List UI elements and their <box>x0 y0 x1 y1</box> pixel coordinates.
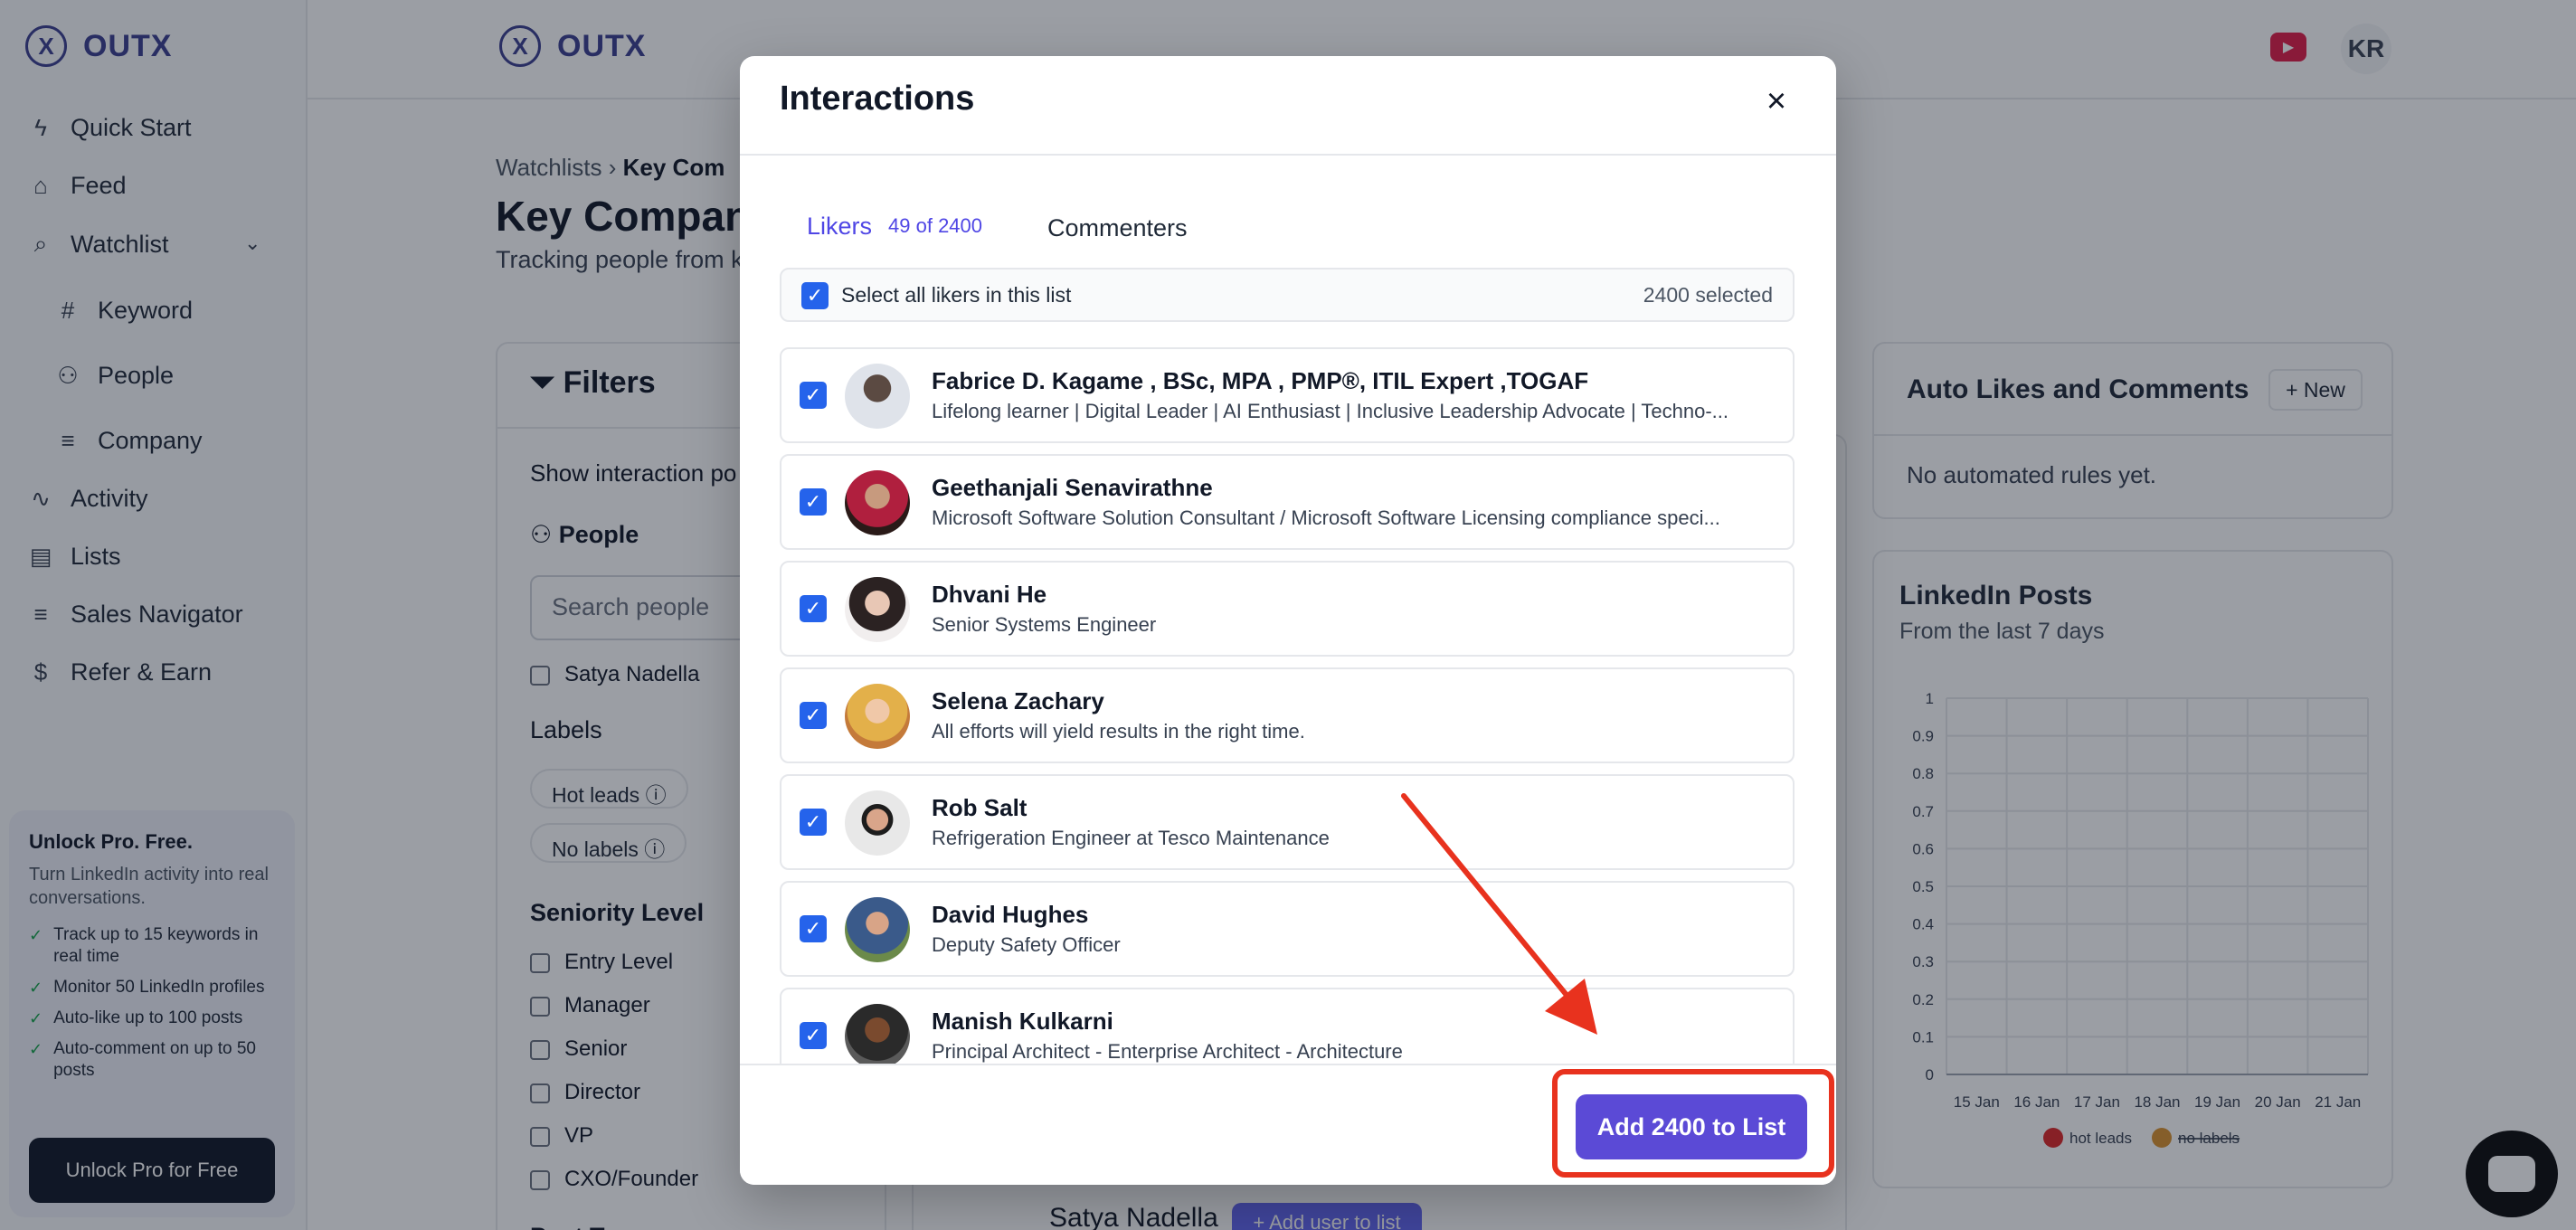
liker-name: Rob Salt <box>932 794 1028 821</box>
liker-name: Manish Kulkarni <box>932 1008 1113 1035</box>
highlight-annotation <box>1552 1069 1834 1178</box>
modal-header: Interactions × <box>740 56 1836 156</box>
list-item[interactable]: ✓ David Hughes Deputy Safety Officer <box>780 881 1795 977</box>
list-item[interactable]: ✓ Selena Zachary All efforts will yield … <box>780 667 1795 763</box>
liker-name: Selena Zachary <box>932 687 1104 714</box>
row-checkbox[interactable]: ✓ <box>800 382 827 409</box>
list-item[interactable]: ✓ Dhvani He Senior Systems Engineer <box>780 561 1795 657</box>
liker-headline: Refrigeration Engineer at Tesco Maintena… <box>932 827 1330 849</box>
liker-headline: Microsoft Software Solution Consultant /… <box>932 506 1720 529</box>
avatar <box>845 470 910 535</box>
row-checkbox[interactable]: ✓ <box>800 915 827 942</box>
modal-title: Interactions <box>780 80 975 118</box>
row-checkbox[interactable]: ✓ <box>800 488 827 516</box>
select-all-label: Select all likers in this list <box>841 283 1072 307</box>
avatar <box>845 577 910 642</box>
list-item[interactable]: ✓ Geethanjali Senavirathne Microsoft Sof… <box>780 454 1795 550</box>
avatar <box>845 897 910 962</box>
avatar <box>845 790 910 856</box>
liker-name: Geethanjali Senavirathne <box>932 474 1213 501</box>
liker-name: Dhvani He <box>932 581 1047 608</box>
interactions-modal: Interactions × Likers 49 of 2400 Comment… <box>740 56 1836 1185</box>
select-all-checkbox[interactable]: ✓ <box>801 282 829 309</box>
row-checkbox[interactable]: ✓ <box>800 1022 827 1049</box>
list-item[interactable]: ✓ Manish Kulkarni Principal Architect - … <box>780 988 1795 1065</box>
liker-name: David Hughes <box>932 901 1089 928</box>
liker-headline: Senior Systems Engineer <box>932 613 1157 636</box>
liker-headline: Lifelong learner | Digital Leader | AI E… <box>932 400 1728 422</box>
avatar <box>845 684 910 749</box>
selected-count: 2400 selected <box>1643 283 1773 307</box>
liker-headline: Principal Architect - Enterprise Archite… <box>932 1040 1403 1063</box>
likers-list[interactable]: ✓ Fabrice D. Kagame , BSc, MPA , PMP®, I… <box>780 347 1795 1065</box>
list-item[interactable]: ✓ Rob Salt Refrigeration Engineer at Tes… <box>780 774 1795 870</box>
close-icon[interactable]: × <box>1757 81 1796 121</box>
tab-likers-count: 49 of 2400 <box>888 214 983 237</box>
liker-name: Fabrice D. Kagame , BSc, MPA , PMP®, ITI… <box>932 367 1589 394</box>
avatar <box>845 364 910 429</box>
row-checkbox[interactable]: ✓ <box>800 595 827 622</box>
list-item[interactable]: ✓ Fabrice D. Kagame , BSc, MPA , PMP®, I… <box>780 347 1795 443</box>
liker-headline: All efforts will yield results in the ri… <box>932 720 1305 743</box>
row-checkbox[interactable]: ✓ <box>800 702 827 729</box>
select-all-bar[interactable]: ✓ Select all likers in this list 2400 se… <box>780 268 1795 322</box>
row-checkbox[interactable]: ✓ <box>800 809 827 836</box>
tab-likers-label: Likers <box>807 212 873 240</box>
liker-headline: Deputy Safety Officer <box>932 933 1121 956</box>
avatar <box>845 1004 910 1065</box>
